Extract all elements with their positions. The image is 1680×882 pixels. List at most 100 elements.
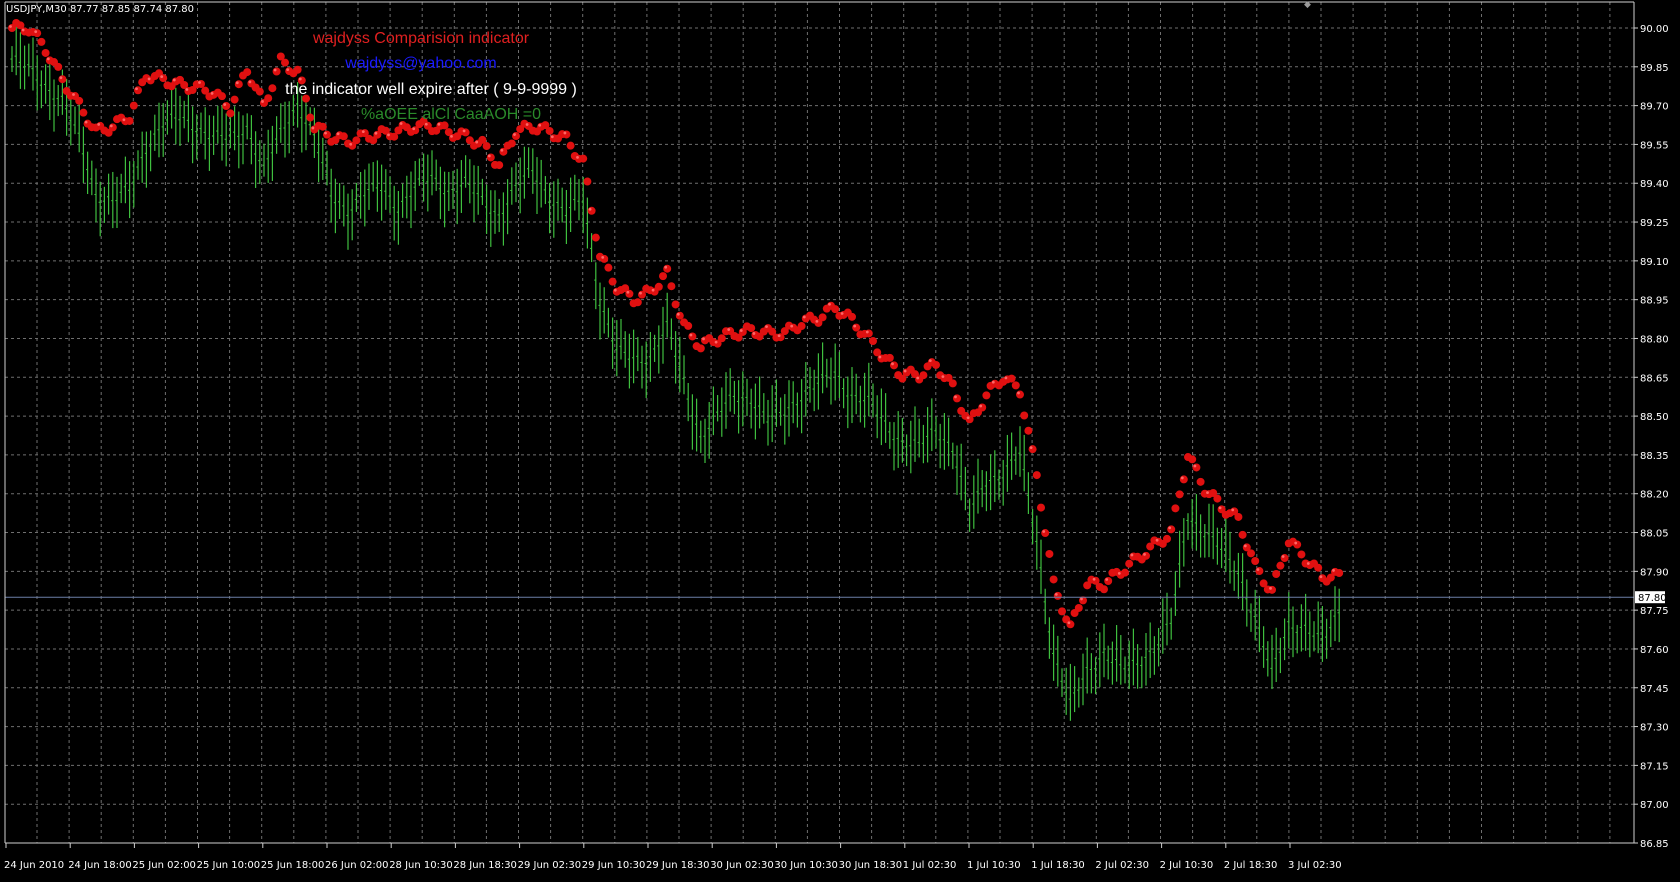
x-tick-label: 1 Jul 18:30 — [1031, 860, 1085, 871]
indicator-marker — [495, 161, 504, 170]
indicator-marker-highlight — [790, 324, 794, 328]
indicator-marker-highlight — [1281, 555, 1285, 558]
indicator-marker-highlight — [172, 78, 176, 82]
indicator-marker — [604, 263, 613, 272]
indicator-marker — [255, 87, 264, 96]
price-chart[interactable]: 87.80 90.00 89.85 89.70 89.55 89.40 89.25 89.1… — [0, 0, 1680, 877]
indicator-marker-highlight — [903, 369, 907, 373]
indicator-marker — [688, 332, 697, 341]
indicator-marker — [919, 371, 928, 380]
indicator-marker — [1066, 620, 1075, 629]
indicator-marker-highlight — [1206, 491, 1209, 495]
indicator-marker-highlight — [311, 126, 315, 130]
indicator-marker-highlight — [374, 131, 378, 135]
indicator-marker — [869, 337, 877, 346]
x-tick-label: 28 Jun 18:30 — [453, 860, 517, 871]
y-tick-label: 88.05 — [1640, 529, 1669, 540]
indicator-marker — [818, 313, 827, 322]
current-price-label: 87.80 — [1638, 593, 1667, 604]
indicator-marker — [1272, 569, 1281, 578]
indicator-marker — [948, 379, 957, 388]
y-tick-label: 90.00 — [1640, 24, 1669, 35]
indicator-marker-highlight — [865, 330, 869, 334]
y-tick-label: 87.15 — [1640, 761, 1669, 772]
indicator-marker-highlight — [135, 87, 138, 91]
indicator-marker-highlight — [1080, 597, 1083, 601]
indicator-marker-highlight — [1306, 562, 1310, 565]
indicator-marker-highlight — [1332, 569, 1335, 572]
x-tick-label: 25 Jun 02:00 — [132, 860, 196, 871]
indicator-marker-highlight — [361, 130, 365, 134]
indicator-marker-highlight — [122, 118, 126, 122]
indicator-marker-highlight — [412, 127, 416, 131]
x-tick-label: 2 Jul 18:30 — [1224, 860, 1278, 871]
indicator-marker — [885, 353, 894, 362]
y-tick-label: 89.25 — [1640, 218, 1669, 229]
indicator-marker-highlight — [336, 132, 340, 136]
indicator-marker — [306, 113, 315, 122]
indicator-title: wajdyss Comparision indicator — [312, 30, 530, 47]
indicator-marker — [234, 80, 243, 89]
indicator-marker — [1171, 504, 1180, 513]
indicator-marker-highlight — [235, 81, 239, 85]
indicator-marker — [1238, 530, 1247, 539]
x-tick-label: 25 Jun 10:00 — [197, 860, 261, 871]
indicator-marker — [1053, 591, 1062, 600]
x-tick-label: 3 Jul 02:30 — [1288, 860, 1342, 871]
y-tick-label: 88.20 — [1640, 490, 1669, 501]
indicator-marker — [1179, 475, 1188, 484]
indicator-marker-highlight — [613, 288, 617, 292]
indicator-marker — [1192, 463, 1201, 472]
indicator-marker — [1007, 374, 1016, 383]
indicator-marker — [1268, 585, 1276, 594]
indicator-marker-highlight — [475, 140, 479, 144]
indicator-marker — [1028, 445, 1037, 454]
y-tick-label: 88.35 — [1640, 451, 1669, 462]
indicator-marker-highlight — [639, 291, 642, 295]
indicator-marker-highlight — [1017, 391, 1020, 395]
indicator-marker — [587, 206, 596, 215]
indicator-marker-highlight — [261, 100, 264, 103]
indicator-marker-highlight — [664, 265, 668, 269]
indicator-marker-highlight — [1155, 538, 1159, 542]
indicator-marker-highlight — [853, 324, 857, 328]
indicator-marker — [268, 84, 277, 93]
indicator-marker — [134, 86, 142, 95]
indicator-marker — [797, 322, 806, 331]
indicator-marker-highlight — [878, 355, 882, 359]
indicator-marker-highlight — [59, 76, 63, 80]
x-tick-label: 2 Jul 02:30 — [1095, 860, 1149, 871]
indicator-marker-highlight — [248, 80, 252, 84]
indicator-marker-highlight — [966, 416, 970, 420]
indicator-marker-highlight — [513, 133, 516, 136]
indicator-marker-highlight — [928, 359, 932, 363]
indicator-marker-highlight — [651, 288, 655, 292]
chart-background — [0, 0, 1680, 877]
indicator-marker — [1016, 390, 1024, 399]
x-tick-label: 28 Jun 10:30 — [389, 860, 453, 871]
indicator-marker — [583, 177, 592, 186]
indicator-marker-highlight — [273, 68, 277, 72]
indicator-marker — [1251, 556, 1260, 565]
indicator-marker — [1280, 554, 1289, 563]
indicator-marker-highlight — [538, 123, 542, 127]
indicator-marker-highlight — [1218, 506, 1222, 510]
indicator-marker-highlight — [815, 319, 819, 323]
indicator-marker — [671, 300, 680, 309]
x-tick-label: 2 Jul 10:30 — [1160, 860, 1214, 871]
indicator-marker-highlight — [1105, 578, 1109, 581]
indicator-marker — [654, 282, 663, 291]
indicator-marker-highlight — [1180, 476, 1184, 480]
indicator-marker — [243, 68, 252, 77]
y-tick-label: 87.75 — [1640, 606, 1669, 617]
indicator-marker — [566, 141, 575, 150]
symbol-info-label: USDJPY,M30 87.77 87.85 87.74 87.80 — [6, 4, 194, 15]
indicator-marker — [1335, 568, 1344, 577]
indicator-email: wajdyss@yahoo.com — [344, 55, 496, 72]
indicator-marker-highlight — [1092, 577, 1096, 581]
indicator-marker — [1041, 529, 1050, 538]
chart-shift-marker-icon[interactable]: ◆ — [1304, 0, 1311, 9]
y-tick-label: 86.85 — [1640, 839, 1669, 850]
indicator-marker-highlight — [84, 120, 88, 124]
indicator-marker-highlight — [97, 123, 101, 126]
